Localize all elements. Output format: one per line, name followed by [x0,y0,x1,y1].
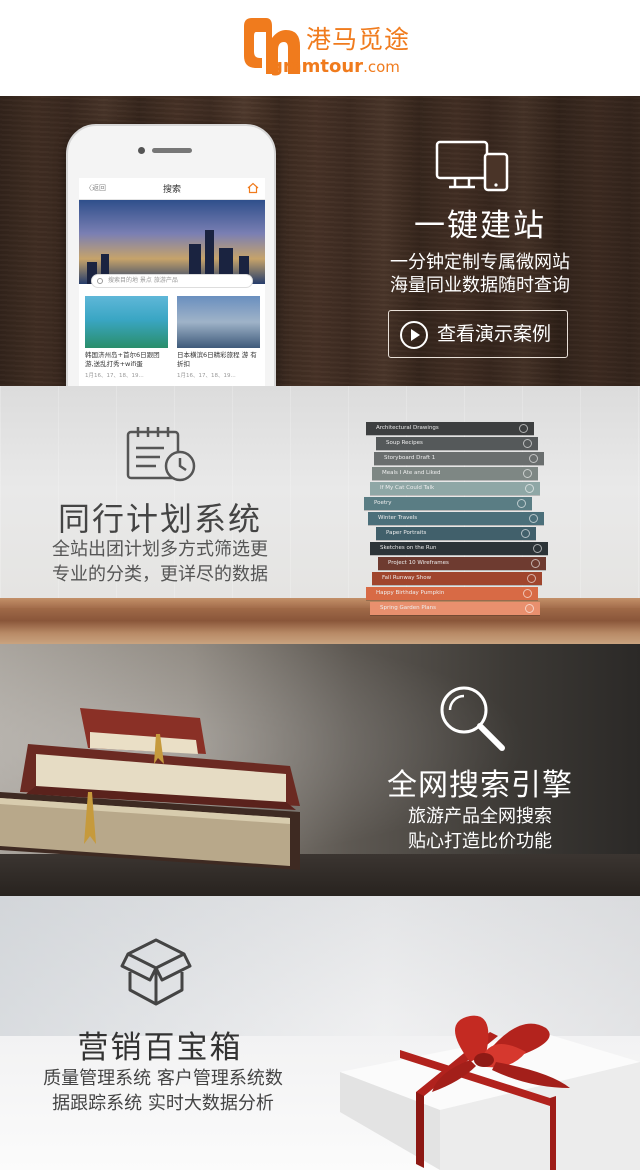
book: Spring Garden Plans [370,602,540,615]
phone-speaker [152,148,192,153]
product-dates: 1月16、17、18、19... [85,373,144,379]
product-dates: 1月16、17、18、19... [177,373,236,379]
section-site-builder: 〈返回 搜索 搜索目的地 景点 旅游产品 韩国济州岛+首尔6日跟团游,送乱打秀+… [0,96,640,386]
product-title: 日本横滨6日精彩旅程 游 有折扣 [177,351,257,368]
phone-screen: 〈返回 搜索 搜索目的地 景点 旅游产品 韩国济州岛+首尔6日跟团游,送乱打秀+… [79,178,265,386]
book-badge [525,484,534,493]
product-card[interactable]: 韩国济州岛+首尔6日跟团游,送乱打秀+wifi蛋 1月16、17、18、19..… [85,296,168,386]
screen-city-banner [79,200,265,284]
book: Project 10 Wireframes [378,557,546,570]
product-title: 韩国济州岛+首尔6日跟团游,送乱打秀+wifi蛋 [85,351,160,368]
gift-box-illustration [340,1015,640,1170]
section-title: 全网搜索引擎 [387,768,573,803]
screen-search-placeholder: 搜索目的地 景点 旅游产品 [108,277,178,284]
book-badge [523,439,532,448]
phone-mockup: 〈返回 搜索 搜索目的地 景点 旅游产品 韩国济州岛+首尔6日跟团游,送乱打秀+… [66,124,276,386]
book-title: Paper Portraits [386,530,427,536]
search-icon [97,278,103,284]
book-badge [529,454,538,463]
book-title: Fall Runway Show [382,575,432,581]
product-card[interactable]: 日本横滨6日精彩旅程 游 有折扣 1月16、17、18、19... [177,296,260,386]
book-title: Meals I Ate and Liked [382,470,441,476]
brand-logo[interactable]: 港马觅途 gmmtour.com [232,14,412,84]
book: Sketches on the Run [370,542,548,555]
product-image [85,296,168,348]
calendar-clock-icon [126,427,196,482]
book-title: Happy Birthday Pumpkin [376,590,445,596]
view-demo-button[interactable]: 查看演示案例 [388,310,568,358]
book: Soup Recipes [376,437,538,450]
subtitle-line: 据跟踪系统 实时大数据分析 [52,1093,274,1114]
book-badge [523,469,532,478]
section-title: 一键建站 [414,208,546,244]
book-title: Poetry [374,500,392,506]
book: Architectural Drawings [366,422,534,435]
section-search-engine: 全网搜索引擎 旅游产品全网搜索 贴心打造比价功能 [0,644,640,896]
book-title: Winter Travels [378,515,418,521]
book-badge [527,574,536,583]
screen-search-input[interactable]: 搜索目的地 景点 旅游产品 [91,274,253,288]
book: If My Cat Could Talk [370,482,540,495]
book-title: Sketches on the Run [380,545,437,551]
header: 港马觅途 gmmtour.com [0,0,640,96]
devices-icon [435,140,509,192]
subtitle-line: 全站出团计划多方式筛选更 [52,539,268,560]
section-subtitle: 一分钟定制专属微网站 海量同业数据随时查询 [360,251,600,297]
subtitle-line: 一分钟定制专属微网站 [390,252,570,273]
subtitle-line: 专业的分类，更详尽的数据 [52,564,268,585]
section-subtitle: 质量管理系统 客户管理系统数 据跟踪系统 实时大数据分析 [18,1066,308,1116]
view-demo-label: 查看演示案例 [437,323,552,345]
book-stack: Architectural Drawings Soup Recipes Stor… [362,418,562,618]
subtitle-line: 海量同业数据随时查询 [390,275,570,296]
book-badge [533,544,542,553]
home-icon[interactable] [247,182,259,194]
book-title: Storyboard Draft 1 [384,455,436,461]
book: Storyboard Draft 1 [374,452,544,465]
book-title: Architectural Drawings [376,425,439,431]
subtitle-line: 质量管理系统 客户管理系统数 [43,1068,283,1089]
section-title: 营销百宝箱 [77,1030,243,1066]
section-planning-system: 同行计划系统 全站出团计划多方式筛选更 专业的分类，更详尽的数据 Archite… [0,386,640,644]
screen-navbar: 〈返回 搜索 [79,178,265,200]
subtitle-line: 旅游产品全网搜索 [408,806,552,827]
section-title: 同行计划系统 [57,500,262,538]
book: Paper Portraits [376,527,536,540]
book-badge [521,529,530,538]
book: Fall Runway Show [372,572,542,585]
old-books-illustration [0,708,300,870]
book-badge [529,514,538,523]
book-badge [519,424,528,433]
search-icon [440,686,505,751]
book-badge [531,559,540,568]
play-icon [400,321,428,349]
book-title: If My Cat Could Talk [380,485,435,491]
brand-name-cn: 港马觅途 [306,25,411,54]
book-title: Project 10 Wireframes [388,560,449,566]
book: Happy Birthday Pumpkin [366,587,538,600]
brand-name-en-main: gmmtour [270,56,364,77]
screen-title: 搜索 [162,185,181,195]
book: Winter Travels [368,512,544,525]
book: Poetry [364,497,532,510]
box-icon [120,938,192,1006]
phone-camera [138,147,145,154]
book-title: Spring Garden Plans [380,605,436,611]
subtitle-line: 贴心打造比价功能 [408,831,552,852]
section-subtitle: 全站出团计划多方式筛选更 专业的分类，更详尽的数据 [20,537,300,587]
book-badge [517,499,526,508]
book: Meals I Ate and Liked [372,467,538,480]
section-subtitle: 旅游产品全网搜索 贴心打造比价功能 [360,804,600,854]
book-title: Soup Recipes [386,440,423,446]
brand-name-en: gmmtour.com [270,56,400,77]
brand-domain: .com [363,58,400,76]
section-marketing-toolbox: 营销百宝箱 质量管理系统 客户管理系统数 据跟踪系统 实时大数据分析 [0,896,640,1170]
product-image [177,296,260,348]
book-badge [523,589,532,598]
book-badge [525,604,534,613]
